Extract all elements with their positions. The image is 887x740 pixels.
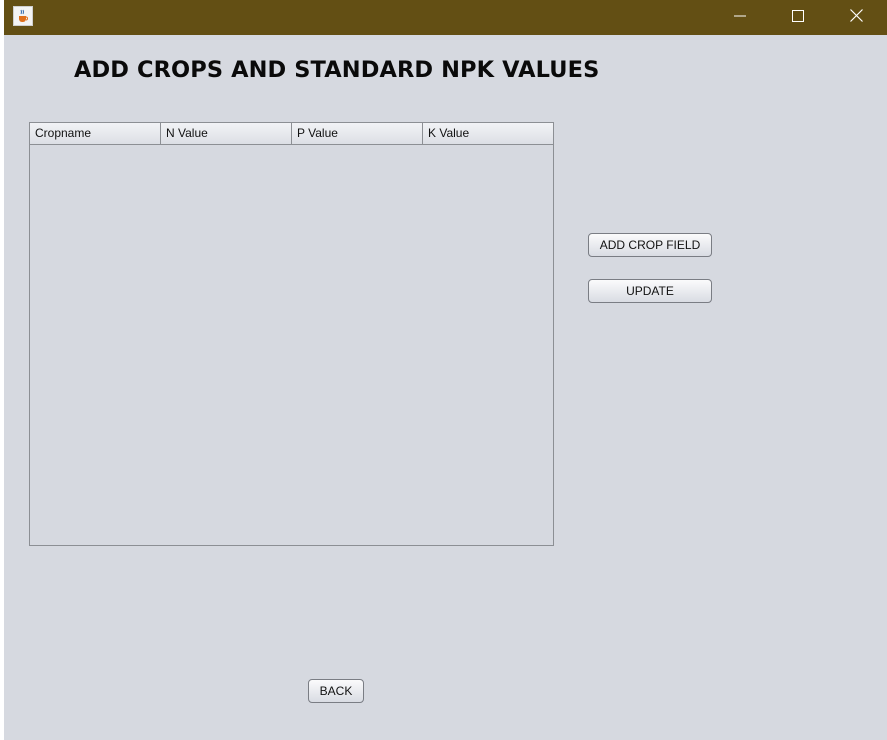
minimize-icon [734,7,746,26]
close-button[interactable] [827,0,885,32]
back-button[interactable]: BACK [308,679,364,703]
maximize-icon [792,7,804,26]
column-header-p-value[interactable]: P Value [292,123,423,144]
page-title: ADD CROPS AND STANDARD NPK VALUES [74,57,600,83]
column-header-k-value[interactable]: K Value [423,123,553,144]
app-window: ADD CROPS AND STANDARD NPK VALUES Cropna… [4,0,887,740]
update-button[interactable]: UPDATE [588,279,712,303]
table-header: Cropname N Value P Value K Value [30,123,553,145]
column-header-n-value[interactable]: N Value [161,123,292,144]
add-crop-field-button[interactable]: ADD CROP FIELD [588,233,712,257]
column-header-cropname[interactable]: Cropname [30,123,161,144]
minimize-button[interactable] [711,0,769,32]
crop-npk-table[interactable]: Cropname N Value P Value K Value [29,122,554,546]
java-coffee-cup-icon[interactable] [13,6,33,26]
close-icon [849,7,863,26]
maximize-button[interactable] [769,0,827,32]
title-bar[interactable] [4,0,887,35]
